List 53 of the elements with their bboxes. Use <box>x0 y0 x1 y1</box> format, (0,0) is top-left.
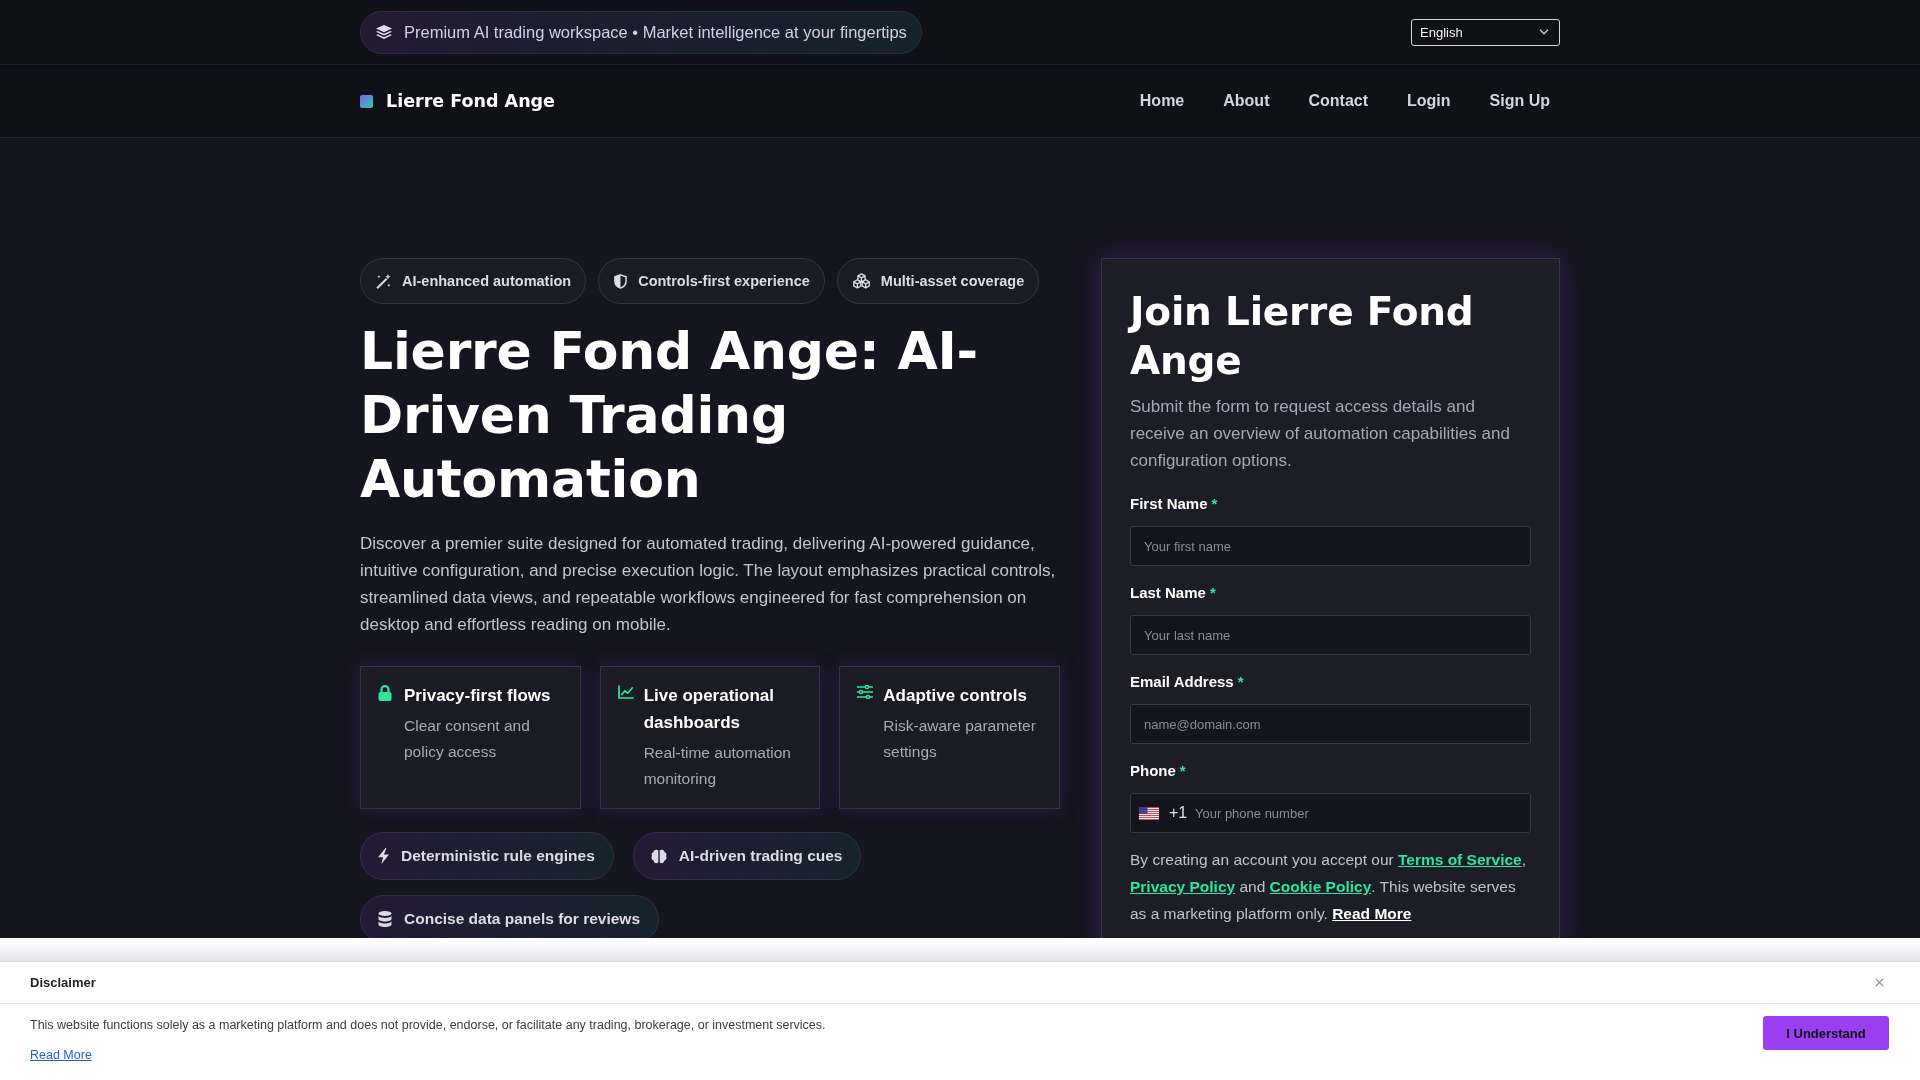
text-field[interactable]: Your first name <box>1130 526 1531 566</box>
nav-link[interactable]: Home <box>1129 86 1195 116</box>
nav-link[interactable]: About <box>1213 86 1280 116</box>
sliders-icon <box>857 685 874 699</box>
lock-icon <box>378 685 392 701</box>
lightning-icon <box>378 848 389 864</box>
nav-link[interactable]: Contact <box>1298 86 1378 116</box>
nav-link[interactable]: Login <box>1397 86 1461 116</box>
policy-link[interactable]: Privacy Policy <box>1130 878 1236 895</box>
understand-button[interactable]: I Understand <box>1763 1016 1889 1050</box>
field-label: Email Address * <box>1130 672 1245 692</box>
consent-text: By creating an account you accept our Terms of Service, Privacy Policy and Cookie Policy. This website serves as a marketing platform only. Read More <box>1130 850 1528 924</box>
brand-name: Lierre Fond Ange <box>386 91 555 111</box>
magic-wand-icon <box>376 273 391 289</box>
language-select[interactable]: English <box>1411 18 1560 46</box>
signup-intro: Submit the form to request access details and receive an overview of automation capabilities and configuration options. <box>1130 396 1511 472</box>
feature-text: Risk-aware parameter settings <box>883 716 1037 762</box>
text-field[interactable]: Your last name <box>1130 615 1531 655</box>
feature-title: Privacy-first flows <box>404 685 552 707</box>
shield-icon <box>614 273 628 289</box>
hero-intro: Discover a premier suite designed for automated trading, delivering AI-powered guidance, intuitive configuration, and precise execution logic. The layout emphasizes practical controls, streamlined data views, and repeatable workflows engineered for fast comprehension on desktop and effortless reading on mobile. <box>360 533 1057 636</box>
pill-text: AI-driven trading cues <box>678 847 843 865</box>
announcement-text: Premium AI trading workspace • Market intelligence at your fingertips <box>404 22 907 42</box>
pill-text: Concise data panels for reviews <box>404 910 641 928</box>
close-icon <box>1875 978 1884 987</box>
pill-text: AI-enhanced automation <box>402 273 572 289</box>
read-more-link[interactable]: Read More <box>30 1046 92 1064</box>
caret-icon <box>1539 29 1549 35</box>
disclaimer-text: This website functions solely as a marketing platform and does not provide, endorse, or facilitate any trading, brokerage, or investment services. <box>30 1017 826 1034</box>
layers-icon <box>376 25 392 39</box>
feature-title: Live operational dashboards <box>643 685 776 734</box>
dial-code: +1 <box>1169 804 1188 822</box>
pill-text: Controls-first experience <box>638 273 810 289</box>
read-more-link[interactable]: Read More <box>1332 905 1412 922</box>
nav-link[interactable]: Sign Up <box>1479 86 1560 116</box>
field-label: Phone * <box>1130 761 1187 781</box>
database-icon <box>378 911 392 927</box>
feature-text: Clear consent and policy access <box>404 716 531 762</box>
brain-icon <box>650 848 667 864</box>
line-chart-icon <box>617 685 634 699</box>
policy-link[interactable]: Cookie Policy <box>1269 878 1372 895</box>
disclaimer-title: Disclaimer <box>30 975 96 990</box>
logo-icon <box>360 94 373 108</box>
field-label: First Name * <box>1130 494 1219 514</box>
pill-text: Deterministic rule engines <box>401 847 595 865</box>
feature-text: Real-time automation monitoring <box>643 743 792 789</box>
pill-text: Multi-asset coverage <box>880 273 1025 289</box>
feature-title: Adaptive controls <box>883 685 1028 707</box>
hero-title: Lierre Fond Ange: AI-Driven Trading Automation <box>360 320 979 511</box>
email-field[interactable]: name@domain.com <box>1130 704 1531 744</box>
cubes-icon <box>852 273 870 289</box>
policy-link[interactable]: Terms of Service <box>1397 851 1522 868</box>
field-label: Last Name * <box>1130 583 1217 603</box>
